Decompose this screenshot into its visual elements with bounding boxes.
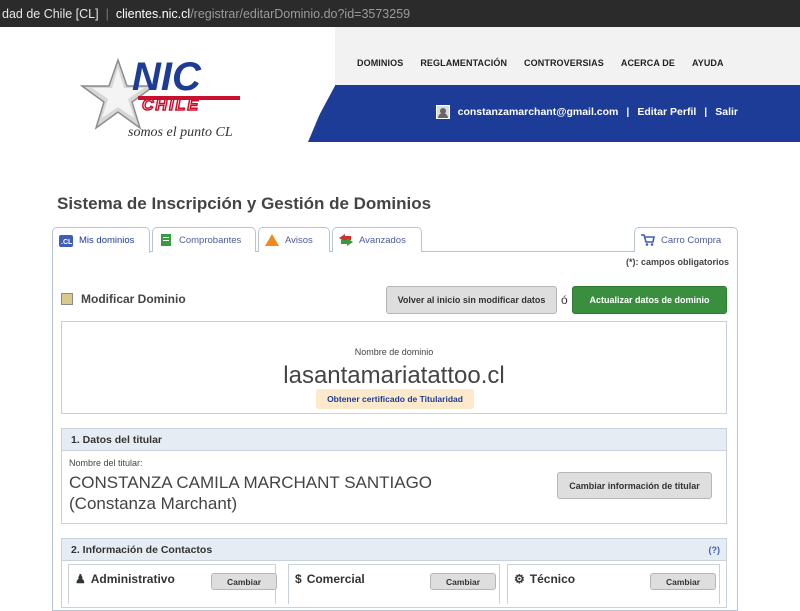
section-title-text: Modificar Dominio: [81, 292, 186, 306]
nav-dominios[interactable]: DOMINIOS: [357, 58, 403, 68]
or-separator: ó: [561, 293, 568, 307]
contact-title: $ Comercial: [295, 572, 365, 586]
user-bar: constanzamarchant@gmail.com | Editar Per…: [435, 105, 738, 119]
titular-panel-title: 1. Datos del titular: [71, 433, 163, 446]
titular-full-name: CONSTANZA CAMILA MARCHANT SANTIAGO: [69, 473, 433, 492]
titular-name-label: Nombre del titular:: [69, 458, 143, 468]
url-path[interactable]: /registrar/editarDominio.do?id=3573259: [190, 7, 410, 21]
nav-ayuda[interactable]: AYUDA: [692, 58, 724, 68]
arrows-icon: [339, 234, 353, 246]
get-certificate-button[interactable]: Obtener certificado de Titularidad: [316, 389, 474, 409]
nav-acerca-de[interactable]: ACERCA DE: [621, 58, 675, 68]
contact-title-text: Administrativo: [90, 572, 175, 586]
contacts-panel-header: 2. Información de Contactos (?): [62, 539, 726, 561]
user-avatar-icon: [435, 105, 450, 119]
change-comercial-button[interactable]: Cambiar: [430, 573, 496, 590]
user-icon: ♟: [75, 572, 86, 586]
url-host[interactable]: clientes.nic.cl: [116, 7, 190, 21]
edit-profile-link[interactable]: Editar Perfil: [637, 106, 696, 118]
nav-controversias[interactable]: CONTROVERSIAS: [524, 58, 604, 68]
user-bar-separator: |: [626, 106, 630, 118]
dollar-icon: $: [295, 572, 302, 586]
contact-card-comercial: $ Comercial Cambiar: [288, 564, 500, 604]
svg-text:.CL: .CL: [61, 239, 73, 246]
address-separator: |: [105, 6, 109, 21]
tab-label: Comprobantes: [179, 234, 242, 246]
tab-avisos[interactable]: Avisos: [258, 227, 330, 252]
contact-title-text: Técnico: [529, 572, 576, 586]
top-navigation: DOMINIOS REGLAMENTACIÓN CONTROVERSIAS AC…: [357, 58, 741, 68]
required-fields-note: (*): campos obligatorios: [625, 257, 729, 267]
nic-chile-logo[interactable]: NIC CHILE somos el punto CL: [80, 52, 260, 147]
tab-label: Carro Compra: [661, 234, 722, 246]
tab-comprobantes[interactable]: Comprobantes: [152, 227, 256, 252]
browser-tab-title: dad de Chile [CL]: [2, 6, 99, 21]
domain-name: lasantamariatattoo.cl: [283, 362, 505, 389]
update-domain-button[interactable]: Actualizar datos de dominio: [572, 286, 727, 314]
contact-title: ⚙ Técnico: [514, 572, 575, 586]
user-email: constanzamarchant@gmail.com: [457, 106, 619, 118]
titular-name: CONSTANZA CAMILA MARCHANT SANTIAGO (Cons…: [69, 472, 432, 514]
help-link[interactable]: (?): [709, 545, 721, 555]
contact-card-tecnico: ⚙ Técnico Cambiar: [507, 564, 720, 604]
nav-reglamentacion[interactable]: REGLAMENTACIÓN: [420, 58, 507, 68]
contact-title: ♟ Administrativo: [75, 572, 175, 586]
logout-link[interactable]: Salir: [715, 106, 738, 118]
tab-label: Avanzados: [359, 234, 406, 246]
section-title: Modificar Dominio: [61, 292, 186, 306]
back-without-changes-button[interactable]: Volver al inicio sin modificar datos: [386, 286, 557, 314]
user-bar-separator: |: [704, 106, 708, 118]
tab-avanzados[interactable]: Avanzados: [332, 227, 422, 252]
document-icon: [161, 234, 171, 246]
tab-bar: .CL Mis dominios Comprobantes Avisos Ava…: [52, 227, 738, 253]
domain-name-label: Nombre de dominio: [354, 347, 434, 357]
titular-alias: (Constanza Marchant): [69, 494, 238, 513]
change-titular-button[interactable]: Cambiar información de titular: [557, 472, 712, 499]
domain-info-box: Nombre de dominio lasantamariatattoo.cl …: [61, 321, 727, 414]
titular-panel-header: 1. Datos del titular: [62, 429, 726, 451]
change-tecnico-button[interactable]: Cambiar: [650, 573, 716, 590]
logo-tagline: somos el punto CL: [128, 125, 233, 140]
domain-cl-icon: .CL: [59, 234, 73, 247]
contacts-panel-title: 2. Información de Contactos: [71, 543, 213, 556]
cart-icon: [641, 234, 655, 246]
gear-icon: ⚙: [514, 572, 525, 586]
browser-address-bar[interactable]: dad de Chile [CL] | clientes.nic.cl /reg…: [0, 0, 800, 27]
logo-brand-text: NIC: [132, 55, 202, 99]
edit-document-icon: [61, 293, 73, 305]
warning-icon: [265, 234, 279, 246]
tab-carro-compra[interactable]: Carro Compra: [634, 227, 738, 252]
tab-label: Mis dominios: [79, 235, 135, 246]
page-title: Sistema de Inscripción y Gestión de Domi…: [57, 194, 432, 213]
contact-card-administrativo: ♟ Administrativo Cambiar: [68, 564, 277, 604]
contact-title-text: Comercial: [306, 572, 365, 586]
tab-mis-dominios[interactable]: .CL Mis dominios: [52, 227, 150, 253]
change-administrativo-button[interactable]: Cambiar: [211, 573, 277, 590]
tab-label: Avisos: [285, 234, 313, 246]
